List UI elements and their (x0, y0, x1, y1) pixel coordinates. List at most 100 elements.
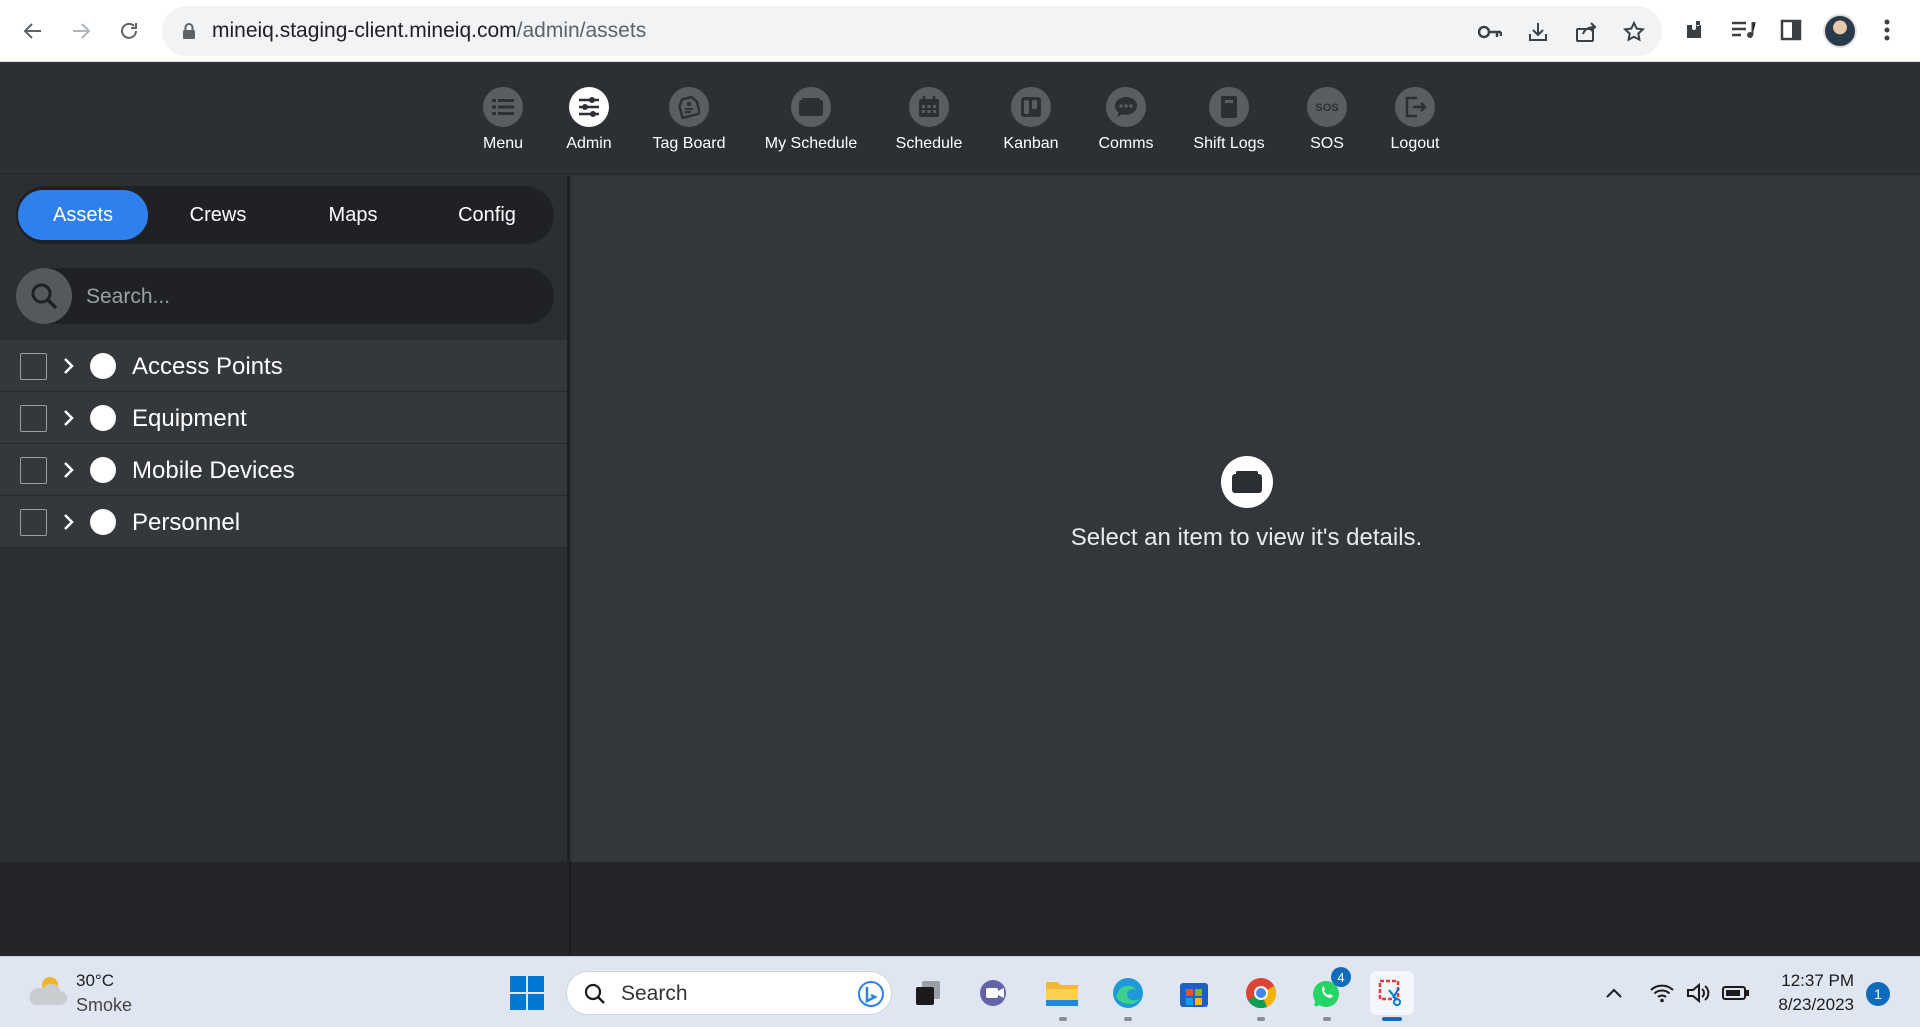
extensions-icon[interactable] (1678, 12, 1712, 48)
tab-crews[interactable]: Crews (153, 190, 283, 240)
svg-text:SOS: SOS (1315, 102, 1338, 114)
tree-item-label: Access Points (132, 353, 283, 380)
tab-assets[interactable]: Assets (18, 190, 148, 240)
bookmark-star-icon[interactable] (1620, 18, 1648, 46)
checkbox[interactable] (20, 353, 47, 380)
weather-temp: 30°C (76, 971, 114, 990)
tab-maps[interactable]: Maps (288, 190, 418, 240)
status-dot (90, 353, 116, 379)
nav-logout[interactable]: Logout (1360, 87, 1470, 153)
running-indicator (1059, 1017, 1067, 1021)
windows-taskbar: 30°C Smoke Search 4 12:37 PM 8/23/2023 1 (0, 956, 1920, 1027)
nav-tag-board[interactable]: Tag Board (634, 87, 744, 153)
nav-admin[interactable]: Admin (534, 87, 644, 153)
search-icon (16, 268, 72, 324)
chevron-right-icon[interactable] (58, 406, 80, 430)
logout-icon (1395, 87, 1435, 127)
address-bar[interactable]: mineiq.staging-client.mineiq.com/admin/a… (162, 6, 1662, 56)
tab-config[interactable]: Config (422, 190, 552, 240)
whatsapp-badge: 4 (1331, 967, 1351, 987)
sidebar-tabs: Assets Crews Maps Config (16, 186, 554, 244)
nav-kanban[interactable]: Kanban (976, 87, 1086, 153)
tree-item-personnel[interactable]: Personnel (0, 496, 567, 548)
nav-admin-label: Admin (566, 135, 612, 152)
browser-toolbar: mineiq.staging-client.mineiq.com/admin/a… (0, 0, 1920, 62)
tree-item-mobile-devices[interactable]: Mobile Devices (0, 444, 567, 496)
media-queue-icon[interactable] (1726, 12, 1760, 48)
checkbox[interactable] (20, 509, 47, 536)
weather-condition: Smoke (76, 995, 133, 1015)
nav-menu-label: Menu (482, 135, 524, 152)
edge-icon[interactable] (1106, 971, 1150, 1015)
divider (569, 862, 571, 956)
running-indicator (1257, 1017, 1265, 1021)
book-icon (1209, 87, 1249, 127)
snipping-tool-icon[interactable] (1370, 971, 1414, 1015)
status-dot (90, 509, 116, 535)
search-input[interactable]: Search... (16, 268, 554, 324)
checkbox[interactable] (20, 405, 47, 432)
store-icon[interactable] (1172, 971, 1216, 1015)
chat-icon (1106, 87, 1146, 127)
taskbar-search-label: Search (621, 982, 688, 1005)
search-placeholder: Search... (86, 285, 171, 308)
nav-schedule[interactable]: Schedule (874, 87, 984, 153)
sliders-icon (569, 87, 609, 127)
app-top-nav: Menu Admin Tag Board My Schedule Schedul… (0, 63, 1920, 175)
nav-comms-label: Comms (1098, 135, 1154, 152)
profile-avatar[interactable] (1823, 14, 1857, 48)
nav-comms[interactable]: Comms (1071, 87, 1181, 153)
details-panel: Select an item to view it's details. (573, 176, 1920, 862)
folder-icon (1221, 456, 1273, 508)
install-icon[interactable] (1524, 18, 1552, 46)
chevron-up-icon[interactable] (1594, 971, 1634, 1015)
chevron-right-icon[interactable] (58, 458, 80, 482)
folder-icon (791, 87, 831, 127)
nav-kanban-label: Kanban (1003, 135, 1059, 152)
checkbox[interactable] (20, 457, 47, 484)
teams-meet-icon[interactable] (973, 971, 1017, 1015)
whatsapp-icon[interactable]: 4 (1305, 967, 1351, 1015)
tree-item-equipment[interactable]: Equipment (0, 392, 567, 444)
search-icon (584, 983, 605, 1004)
file-explorer-icon[interactable] (1040, 971, 1084, 1015)
nav-logout-label: Logout (1390, 135, 1440, 152)
wifi-icon[interactable] (1642, 971, 1682, 1015)
chevron-right-icon[interactable] (58, 354, 80, 378)
sos-icon: SOS (1307, 87, 1347, 127)
asset-tree: Access Points Equipment Mobile Devices P… (0, 340, 567, 548)
tree-item-access-points[interactable]: Access Points (0, 340, 567, 392)
forward-button[interactable] (62, 12, 100, 50)
running-indicator (1124, 1017, 1132, 1021)
app-footer (0, 862, 1920, 956)
running-indicator (1323, 1017, 1331, 1021)
chrome-icon[interactable] (1239, 971, 1283, 1015)
back-button[interactable] (14, 12, 52, 50)
tag-icon (669, 87, 709, 127)
tree-item-label: Mobile Devices (132, 457, 295, 484)
clock-date: 8/23/2023 (1778, 995, 1854, 1014)
key-icon[interactable] (1476, 18, 1504, 46)
start-icon[interactable] (505, 971, 549, 1015)
volume-icon[interactable] (1678, 971, 1718, 1015)
more-vert-icon[interactable] (1870, 12, 1904, 48)
assets-sidebar: Assets Crews Maps Config Search... Acces… (0, 176, 570, 862)
nav-tag-board-label: Tag Board (652, 135, 726, 152)
url-path: /admin/assets (516, 19, 647, 42)
reload-button[interactable] (110, 12, 148, 50)
chevron-right-icon[interactable] (58, 510, 80, 534)
nav-my-schedule[interactable]: My Schedule (756, 87, 866, 153)
nav-shift-logs-label: Shift Logs (1193, 135, 1265, 152)
url-text: mineiq.staging-client.mineiq.com/admin/a… (212, 19, 646, 43)
nav-schedule-label: Schedule (895, 135, 963, 152)
taskbar-search[interactable]: Search (566, 971, 892, 1015)
nav-shift-logs[interactable]: Shift Logs (1174, 87, 1284, 153)
battery-icon[interactable] (1716, 971, 1756, 1015)
weather-widget[interactable]: 30°C Smoke (26, 971, 132, 1016)
share-icon[interactable] (1572, 18, 1600, 46)
task-view-icon[interactable] (906, 971, 950, 1015)
side-panel-icon[interactable] (1774, 12, 1808, 48)
lock-icon[interactable] (182, 22, 196, 45)
notification-badge[interactable]: 1 (1866, 982, 1890, 1006)
system-clock[interactable]: 12:37 PM 8/23/2023 (1762, 969, 1854, 1017)
